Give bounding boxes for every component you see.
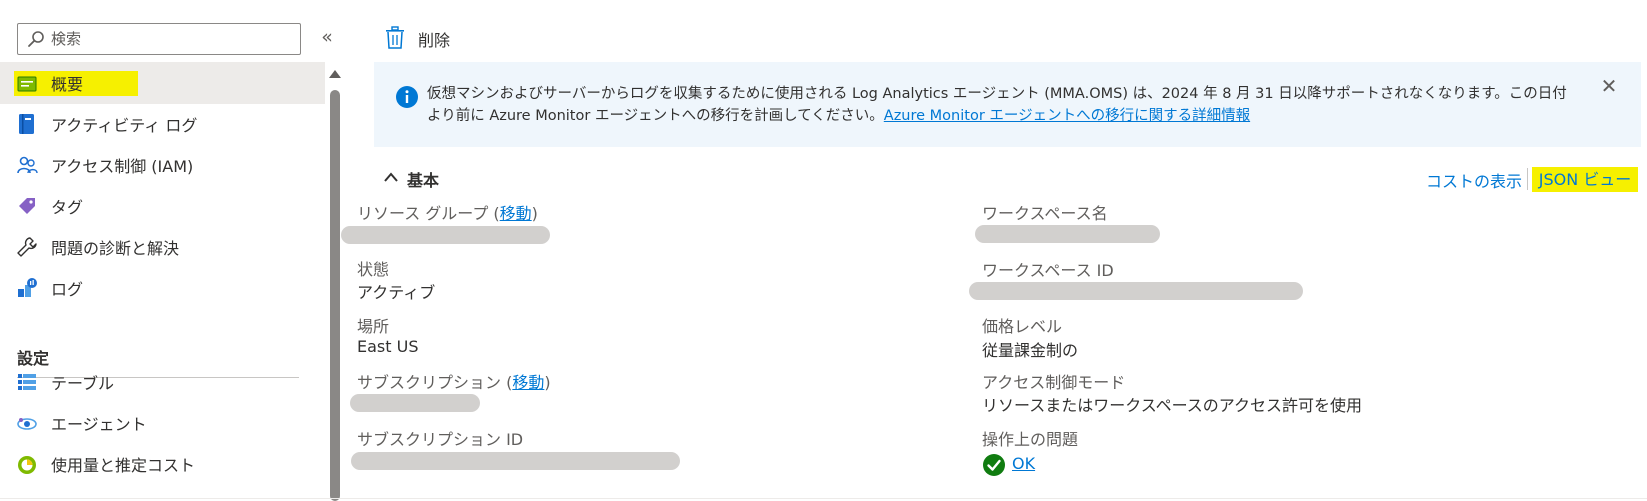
sidebar-item-label: テーブル [51, 374, 115, 393]
success-check-icon [983, 454, 1005, 476]
resource-menu: « 概要 アクティビティ ログ アクセス制御 (IAM) [0, 0, 345, 501]
sidebar-item-diagnose[interactable]: 問題の診断と解決 [0, 226, 325, 268]
activity-log-icon [19, 114, 34, 134]
label-suffix: ) [544, 373, 551, 392]
status-label: 状態 [357, 260, 390, 279]
chevron-up-icon [384, 172, 398, 182]
trash-icon [386, 26, 404, 49]
redacted-subscription-id [351, 452, 680, 470]
redacted-workspace-name [975, 225, 1160, 243]
banner-message: 仮想マシンおよびサーバーからログを収集するために使用される Log Analyt… [427, 83, 1567, 127]
pricing-tier-label: 価格レベル [982, 317, 1063, 336]
view-cost-link[interactable]: コストの表示 [1426, 168, 1522, 192]
operational-issues-label: 操作上の問題 [982, 430, 1079, 449]
essentials-title: 基本 [407, 171, 440, 190]
resource-group-label-text: リソース グループ ( [357, 204, 500, 223]
operational-issues-ok-link[interactable]: OK [1012, 454, 1035, 473]
sidebar-scrollbar[interactable] [330, 90, 340, 501]
workspace-name-label: ワークスペース名 [982, 204, 1108, 223]
sidebar-item-label: ログ [51, 280, 84, 299]
subscription-id-label: サブスクリプション ID [357, 430, 524, 449]
pricing-tier-value: 従量課金制の [982, 341, 1079, 360]
sidebar-item-label: 概要 [51, 75, 84, 94]
sidebar-item-overview[interactable]: 概要 [0, 62, 325, 104]
agent-icon [17, 418, 37, 430]
redacted-subscription [350, 394, 480, 412]
json-view-link[interactable]: JSON ビュー [1532, 167, 1638, 192]
iam-icon [17, 156, 38, 174]
sidebar-item-label: エージェント [51, 415, 147, 434]
sidebar-item-agents[interactable]: エージェント [0, 402, 325, 444]
sidebar-item-usage-cost[interactable]: 使用量と推定コスト [0, 443, 325, 485]
sidebar-item-label: アクティビティ ログ [51, 116, 198, 135]
sidebar-item-iam[interactable]: アクセス制御 (IAM) [0, 144, 325, 186]
info-icon [396, 86, 418, 108]
main-content: 削除 仮想マシンおよびサーバーからログを収集するために使用される Log Ana… [341, 0, 1647, 501]
usage-cost-icon [18, 456, 36, 474]
sidebar-item-logs[interactable]: ログ [0, 267, 325, 309]
subscription-label-text: サブスクリプション ( [357, 373, 513, 392]
sidebar-item-label: 問題の診断と解決 [51, 239, 180, 258]
location-value: East US [357, 337, 419, 356]
info-banner: 仮想マシンおよびサーバーからログを収集するために使用される Log Analyt… [374, 62, 1641, 147]
logs-icon [18, 278, 37, 297]
resource-group-move-link[interactable]: 移動 [500, 204, 532, 223]
subscription-label: サブスクリプション (移動) [357, 369, 551, 393]
bottom-divider [0, 498, 1647, 499]
scroll-up-arrow-icon[interactable] [329, 70, 341, 78]
access-mode-label: アクセス制御モード [982, 373, 1126, 392]
delete-label: 削除 [418, 31, 451, 50]
sidebar-item-label: アクセス制御 (IAM) [51, 157, 194, 176]
location-label: 場所 [357, 317, 390, 336]
resource-group-label: リソース グループ (移動) [357, 200, 538, 224]
sidebar-item-label: タグ [51, 198, 84, 217]
label-suffix: ) [531, 204, 538, 223]
redacted-resource-group [341, 226, 550, 244]
search-icon [28, 31, 44, 47]
sidebar-item-label: 使用量と推定コスト [51, 456, 196, 475]
status-value: アクティブ [357, 283, 436, 302]
table-icon [18, 374, 36, 390]
close-icon[interactable]: ✕ [1599, 76, 1619, 96]
wrench-icon [17, 237, 37, 257]
redacted-workspace-id [969, 282, 1303, 300]
tag-icon [19, 198, 35, 214]
access-mode-value: リソースまたはワークスペースのアクセス許可を使用 [982, 396, 1363, 415]
sidebar-item-tags[interactable]: タグ [0, 185, 325, 227]
subscription-move-link[interactable]: 移動 [512, 373, 544, 392]
migration-info-link[interactable]: Azure Monitor エージェントへの移行に関する詳細情報 [884, 108, 1250, 124]
search-input[interactable] [51, 27, 291, 51]
collapse-menu-icon[interactable]: « [316, 26, 338, 50]
link-separator [1527, 168, 1528, 190]
sidebar-item-activity-log[interactable]: アクティビティ ログ [0, 103, 325, 145]
search-box[interactable] [17, 23, 301, 55]
overview-icon [17, 76, 37, 92]
sidebar-item-tables[interactable]: テーブル [0, 361, 325, 403]
workspace-id-label: ワークスペース ID [982, 261, 1114, 280]
